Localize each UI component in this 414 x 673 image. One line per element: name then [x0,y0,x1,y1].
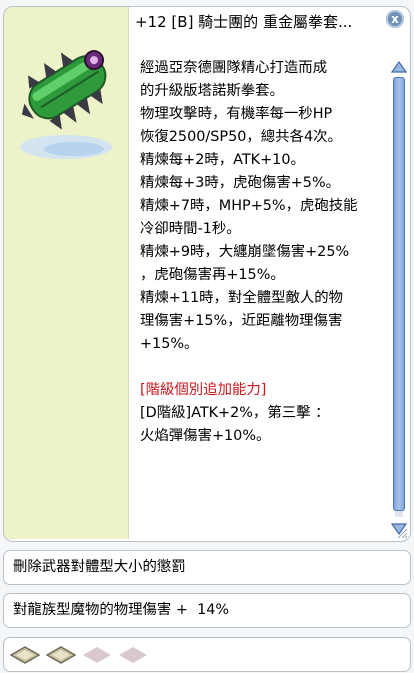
description-line: +15%。 [140,336,199,352]
card-slot-filled-icon[interactable] [10,646,40,664]
description-line: 的升級版塔諾斯拳套。 [140,83,284,99]
description-line: 精煉+9時，大纏崩墜傷害+25% [140,244,350,260]
item-image-panel [4,7,129,539]
item-tooltip-window: +12 [B] 騎士團的 重金屬拳套... x 經過亞奈德團隊精心打造而成 的升… [3,6,411,542]
item-description: 經過亞奈德團隊精心打造而成 的升級版塔諾斯拳套。 物理攻擊時，有機率每一秒HP … [140,57,388,527]
scroll-thumb[interactable] [393,77,405,511]
card-slot-filled-icon[interactable] [46,646,76,664]
description-line: ，虎砲傷害再+15%。 [140,267,285,283]
description-line: 精煉每+2時，ATK+10。 [140,152,305,168]
description-line: 恢復2500/SP50，總共各4次。 [140,129,342,145]
grade-ability-line: 火焰彈傷害+10%。 [140,428,271,444]
resize-grip-icon[interactable] [396,527,408,539]
description-line: 精煉每+3時，虎砲傷害+5%。 [140,175,341,191]
grade-ability-heading: [階級個別追加能力] [140,382,267,398]
description-line: 物理攻擊時，有機率每一秒HP [140,106,333,122]
green-knuckle-weapon-icon [20,50,112,159]
description-scrollbar[interactable] [389,57,409,537]
item-title: +12 [B] 騎士團的 重金屬拳套... [135,13,353,31]
random-option-1: 刪除武器對體型大小的懲罰 [3,550,411,585]
card-slot-bar [3,637,411,672]
scroll-up-arrow-icon[interactable] [391,59,407,75]
grade-ability-line: [D階級]ATK+2%，第三擊 ： [140,405,330,421]
description-line: 理傷害+15%，近距離物理傷害 [140,313,343,329]
close-button[interactable]: x [386,10,404,28]
description-line: 精煉+11時，對全體型敵人的物 [140,290,344,306]
description-line: 經過亞奈德團隊精心打造而成 [140,60,328,76]
description-line: 精煉+7時，MHP+5%，虎砲技能 [140,198,358,214]
random-option-2: 對龍族型魔物的物理傷害 + 14% [3,593,411,628]
card-slot-empty-icon[interactable] [118,646,148,664]
description-line: 冷卻時間-1秒。 [140,221,241,237]
card-slot-empty-icon[interactable] [82,646,112,664]
